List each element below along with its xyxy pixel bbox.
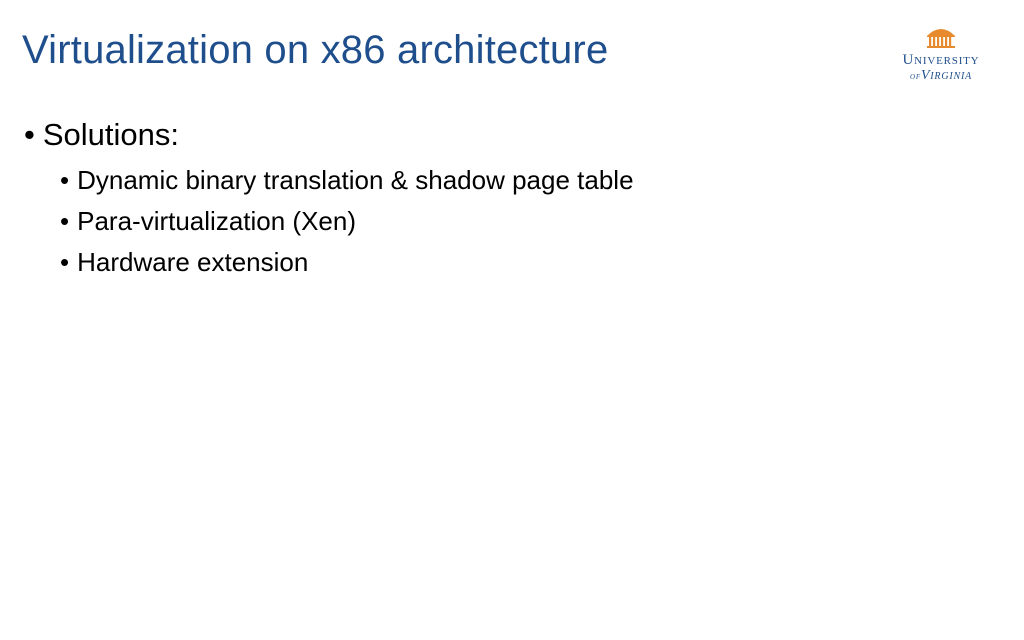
bullet-heading: • Solutions: (24, 117, 1002, 153)
logo-line1: University (886, 53, 996, 69)
bullet-item: • Para-virtualization (Xen) (60, 204, 1002, 239)
bullet-item-text: Dynamic binary translation & shadow page… (77, 163, 633, 198)
bullet-dot-icon: • (24, 117, 35, 153)
logo-line2: ofVirginia (886, 69, 996, 84)
slide-content: • Solutions: • Dynamic binary translatio… (22, 117, 1002, 280)
bullet-dot-icon: • (60, 245, 69, 280)
logo-text: University ofVirginia (886, 53, 996, 83)
bullet-item-text: Para-virtualization (Xen) (77, 204, 356, 239)
bullet-dot-icon: • (60, 163, 69, 198)
rotunda-icon (923, 26, 959, 48)
bullet-dot-icon: • (60, 204, 69, 239)
bullet-heading-text: Solutions: (43, 117, 179, 153)
slide-title: Virtualization on x86 architecture (22, 28, 608, 73)
slide-header: Virtualization on x86 architecture (22, 28, 1002, 73)
bullet-item-text: Hardware extension (77, 245, 308, 280)
bullet-item: • Dynamic binary translation & shadow pa… (60, 163, 1002, 198)
slide: Virtualization on x86 architecture Unive… (0, 0, 1024, 640)
university-logo: University ofVirginia (886, 26, 996, 83)
bullet-item: • Hardware extension (60, 245, 1002, 280)
